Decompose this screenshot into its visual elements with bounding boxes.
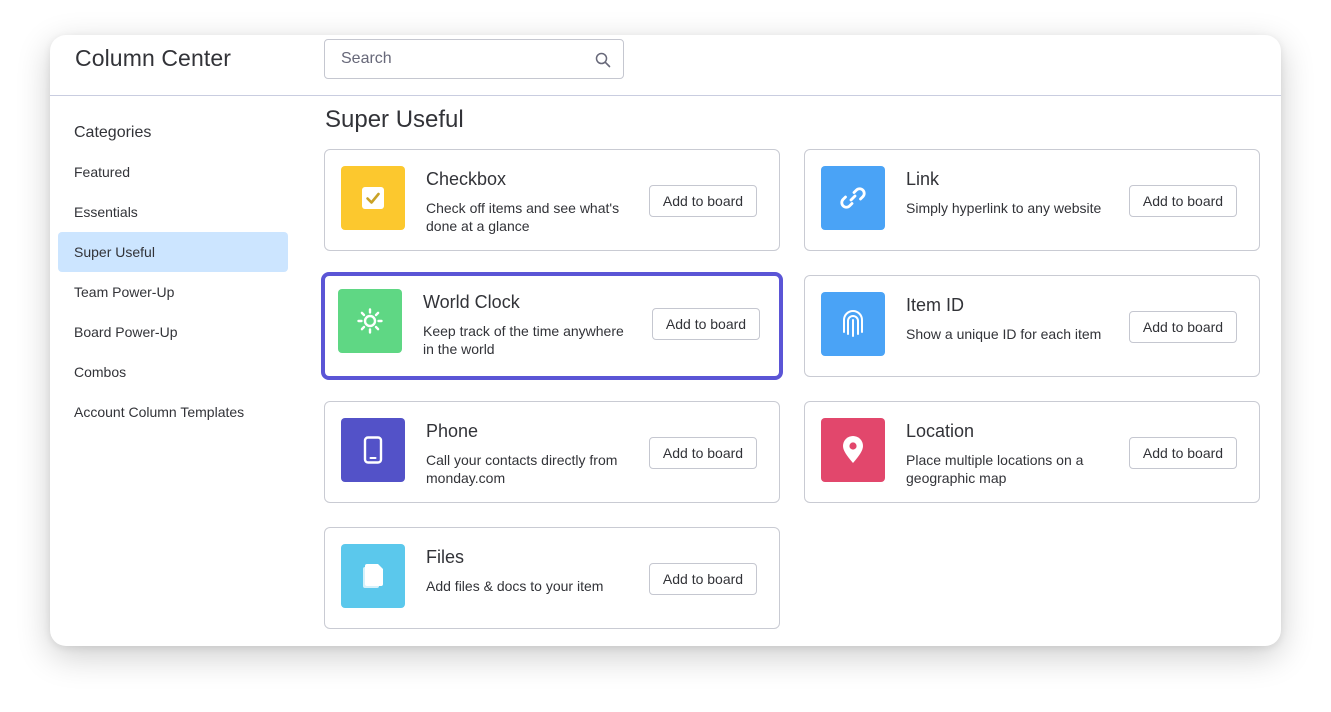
add-to-board-button[interactable]: Add to board — [1129, 437, 1237, 469]
category-account-column-templates[interactable]: Account Column Templates — [58, 392, 288, 432]
column-title: Phone — [426, 421, 479, 441]
sun-icon — [338, 289, 402, 353]
column-card-item-id[interactable]: Item ID Show a unique ID for each item A… — [804, 275, 1260, 377]
column-description: Call your contacts directly from monday.… — [426, 452, 618, 486]
search-input[interactable] — [325, 40, 623, 78]
link-icon — [821, 166, 885, 230]
add-to-board-button[interactable]: Add to board — [649, 185, 757, 217]
location-pin-icon — [821, 418, 885, 482]
column-description: Keep track of the time anywhere in the w… — [423, 323, 624, 357]
column-title: World Clock — [423, 292, 520, 312]
column-description: Add files & docs to your item — [426, 578, 604, 594]
add-to-board-button[interactable]: Add to board — [652, 308, 760, 340]
modal-header: Column Center — [50, 35, 1281, 96]
column-card-phone[interactable]: Phone Call your contacts directly from m… — [324, 401, 780, 503]
category-super-useful[interactable]: Super Useful — [58, 232, 288, 272]
column-description: Check off items and see what's done at a… — [426, 200, 620, 234]
column-title: Link — [906, 169, 940, 189]
search-icon[interactable] — [595, 52, 611, 68]
column-description: Show a unique ID for each item — [906, 326, 1102, 342]
fingerprint-icon — [821, 292, 885, 356]
categories-sidebar: Categories Featured Essentials Super Use… — [50, 97, 300, 646]
column-card-files[interactable]: Files Add files & docs to your item Add … — [324, 527, 780, 629]
add-to-board-button[interactable]: Add to board — [1129, 311, 1237, 343]
column-title: Location — [906, 421, 975, 441]
files-icon — [341, 544, 405, 608]
column-card-location[interactable]: Location Place multiple locations on a g… — [804, 401, 1260, 503]
add-to-board-button[interactable]: Add to board — [649, 563, 757, 595]
column-card-world-clock[interactable]: World Clock Keep track of the time anywh… — [321, 272, 783, 380]
modal-title: Column Center — [75, 45, 231, 71]
column-description: Place multiple locations on a geographic… — [906, 452, 1084, 486]
category-essentials[interactable]: Essentials — [58, 192, 288, 232]
column-card-link[interactable]: Link Simply hyperlink to any website Add… — [804, 149, 1260, 251]
category-team-power-up[interactable]: Team Power-Up — [58, 272, 288, 312]
add-to-board-button[interactable]: Add to board — [649, 437, 757, 469]
category-featured[interactable]: Featured — [58, 152, 288, 192]
checkbox-icon — [341, 166, 405, 230]
categories-heading: Categories — [74, 124, 152, 141]
column-title: Checkbox — [426, 169, 507, 189]
column-title: Item ID — [906, 295, 965, 315]
add-to-board-button[interactable]: Add to board — [1129, 185, 1237, 217]
column-title: Files — [426, 547, 465, 567]
phone-icon — [341, 418, 405, 482]
column-description: Simply hyperlink to any website — [906, 200, 1102, 216]
category-board-power-up[interactable]: Board Power-Up — [58, 312, 288, 352]
section-title: Super Useful — [325, 106, 464, 133]
category-combos[interactable]: Combos — [58, 352, 288, 392]
column-center-modal: Column Center Categories Featured Essent… — [50, 35, 1281, 646]
category-list: Featured Essentials Super Useful Team Po… — [58, 152, 288, 432]
column-card-checkbox[interactable]: Checkbox Check off items and see what's … — [324, 149, 780, 251]
search-box[interactable] — [324, 39, 624, 79]
